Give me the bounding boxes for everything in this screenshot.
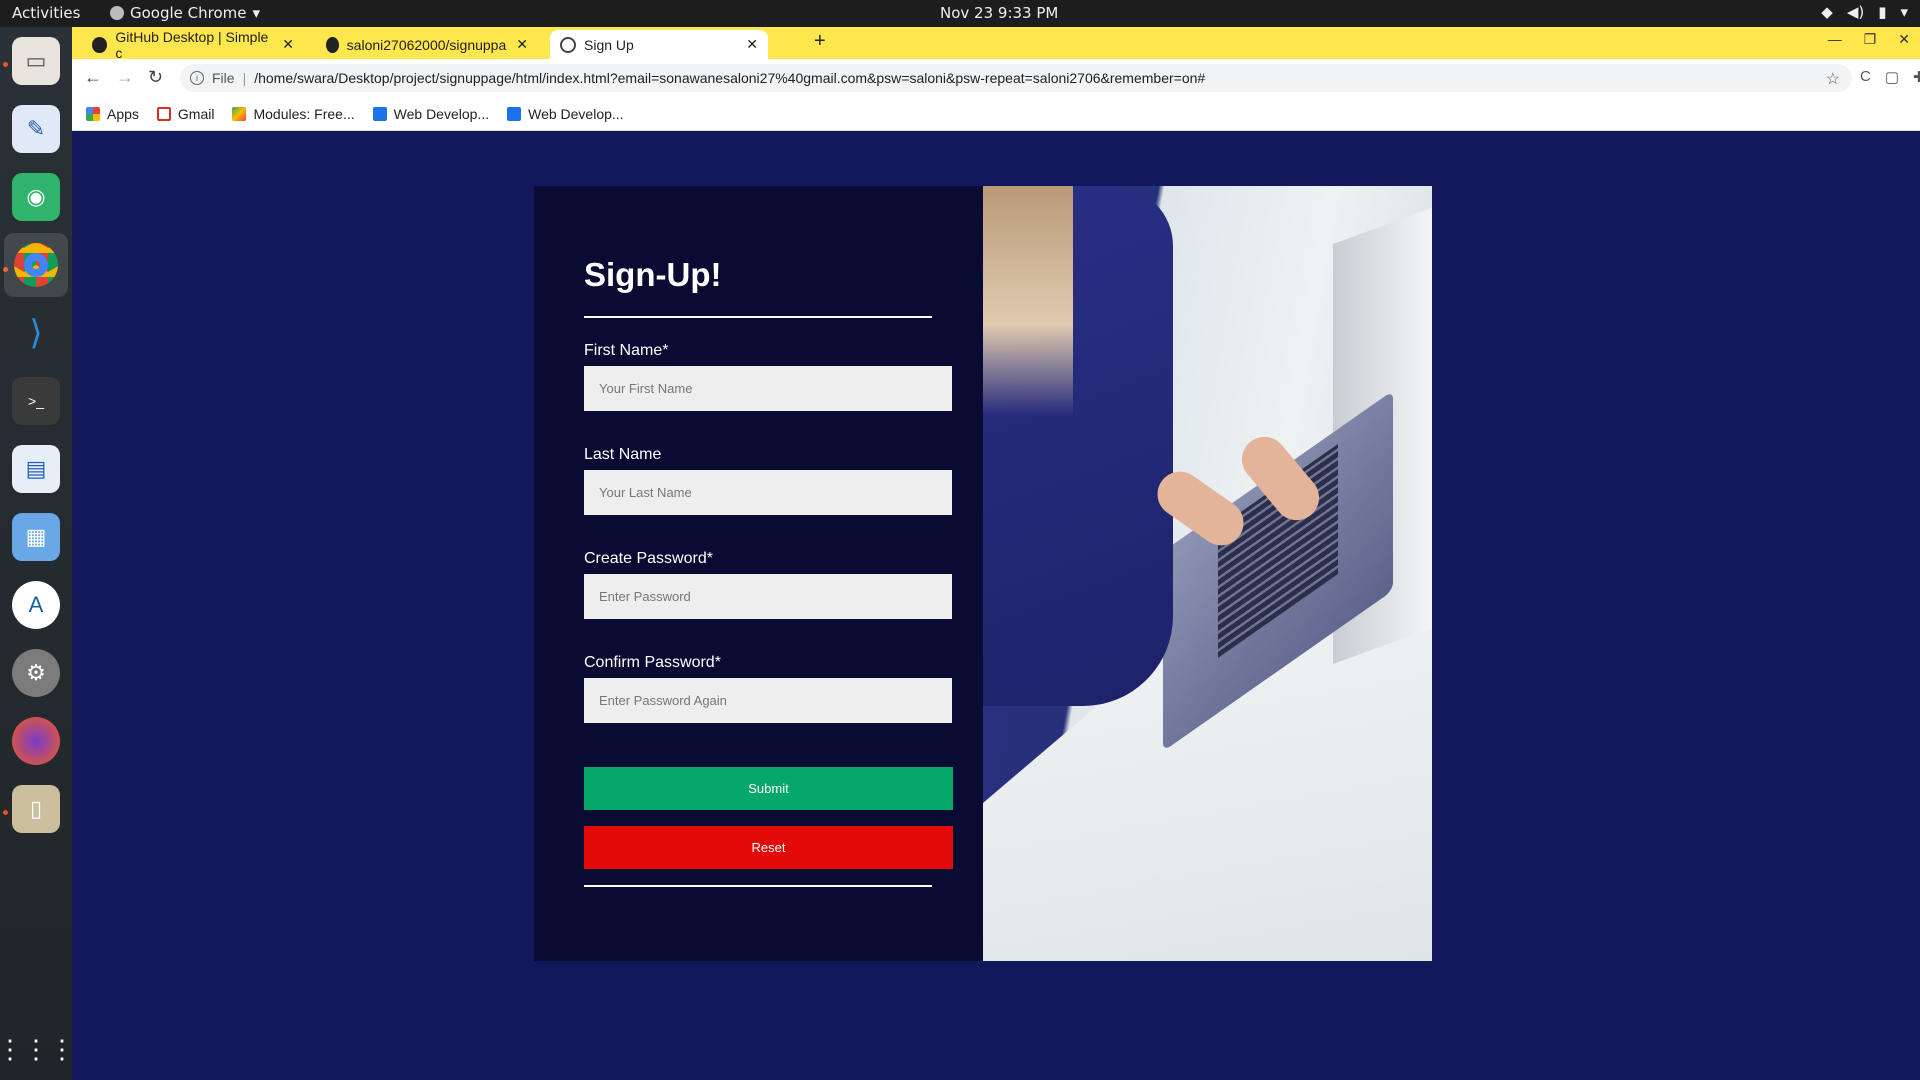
info-icon[interactable]: i <box>190 71 204 85</box>
wifi-icon: ◆ <box>1821 3 1833 21</box>
extension-icon[interactable]: ▢ <box>1885 68 1899 86</box>
signup-form: Sign-Up! First Name* Last Name Create Pa… <box>534 186 983 961</box>
tab-label: saloni27062000/signuppa <box>346 36 507 53</box>
minimize-icon[interactable]: — <box>1828 31 1842 48</box>
system-top-bar: Activities Google Chrome ▾ Nov 23 9:33 P… <box>0 0 1920 27</box>
first-name-input[interactable] <box>584 366 952 411</box>
chevron-down-icon: ▾ <box>252 4 261 22</box>
browser-toolbar: ← → ↻ i File | /home/swara/Desktop/proje… <box>72 59 1920 97</box>
bookmark-label: Apps <box>107 105 139 122</box>
divider <box>584 885 932 887</box>
github-icon <box>92 36 108 53</box>
files-icon[interactable]: ▭ <box>12 37 60 85</box>
bookmark-star-icon[interactable]: ☆ <box>1826 69 1840 89</box>
system-tray[interactable]: ◆ ◀) ▮ ▾ <box>1821 3 1908 21</box>
vscode-icon[interactable]: ⟩ <box>12 309 60 357</box>
confirm-password-input[interactable] <box>584 678 952 723</box>
bookmark-modules[interactable]: Modules: Free... <box>232 105 355 122</box>
modules-icon <box>232 106 247 121</box>
bookmark-label: Modules: Free... <box>253 105 355 122</box>
chat-app-icon[interactable]: ◉ <box>12 173 60 221</box>
confirm-password-label: Confirm Password* <box>584 654 721 671</box>
show-apps-icon[interactable]: ⋮⋮⋮ <box>0 1025 75 1073</box>
page-viewport: Sign-Up! First Name* Last Name Create Pa… <box>72 131 1920 1080</box>
bookmark-web-develop-2[interactable]: Web Develop... <box>507 105 624 122</box>
bookmark-web-develop-1[interactable]: Web Develop... <box>372 105 490 122</box>
text-editor-icon[interactable]: ✎ <box>12 105 60 153</box>
new-tab-button[interactable]: + <box>814 30 826 53</box>
chrome-dock-icon[interactable] <box>4 233 68 297</box>
window-controls: — ❐ ✕ <box>1828 31 1910 48</box>
settings-icon[interactable]: ⚙ <box>12 649 60 697</box>
activities-button[interactable]: Activities <box>12 4 80 22</box>
puzzle-icon[interactable]: ✚ <box>1913 68 1920 86</box>
extension-icon[interactable]: C <box>1860 68 1871 86</box>
close-icon[interactable]: ✕ <box>282 36 294 53</box>
is-icon <box>507 106 522 121</box>
create-password-input[interactable] <box>584 574 952 619</box>
submit-button[interactable]: Submit <box>584 767 953 810</box>
url-scheme: File <box>212 70 235 86</box>
tab-signuppage-repo[interactable]: saloni27062000/signuppa ✕ <box>316 30 538 59</box>
battery-icon: ▮ <box>1878 3 1887 21</box>
tab-label: GitHub Desktop | Simple c <box>115 28 269 61</box>
forward-arrow-icon[interactable]: → <box>116 67 134 88</box>
signup-card: Sign-Up! First Name* Last Name Create Pa… <box>534 186 1432 961</box>
first-name-label: First Name* <box>584 342 669 359</box>
apps-grid-icon <box>86 106 100 121</box>
firefox-icon[interactable] <box>12 717 60 765</box>
github-icon <box>326 36 339 53</box>
clock[interactable]: Nov 23 9:33 PM <box>940 4 1058 22</box>
gmail-icon <box>156 106 171 121</box>
bookmark-label: Web Develop... <box>528 105 624 122</box>
writer-icon[interactable]: ▤ <box>12 445 60 493</box>
software-center-icon[interactable]: ▦ <box>12 513 60 561</box>
running-indicator <box>3 810 8 815</box>
dock: ▭ ✎ ◉ ⟩ >_ ▤ ▦ A ⚙ ▯ ⋮⋮⋮ <box>0 27 75 1080</box>
last-name-label: Last Name <box>584 446 662 463</box>
back-arrow-icon[interactable]: ← <box>84 67 102 88</box>
bookmark-label: Web Develop... <box>393 105 490 122</box>
close-icon[interactable]: ✕ <box>516 36 528 53</box>
reload-icon[interactable]: ↻ <box>148 67 163 88</box>
app-menu-label: Google Chrome <box>130 4 247 22</box>
page-title: Sign-Up! <box>584 256 722 293</box>
hair-shape <box>983 186 1073 416</box>
tab-github-desktop[interactable]: GitHub Desktop | Simple c ✕ <box>82 28 304 61</box>
android-studio-icon[interactable]: A <box>12 581 60 629</box>
hero-photo <box>983 186 1432 961</box>
power-menu-icon: ▾ <box>1900 3 1908 21</box>
restore-icon[interactable]: ❐ <box>1864 31 1877 48</box>
archive-icon[interactable]: ▯ <box>12 785 60 833</box>
tab-strip: GitHub Desktop | Simple c ✕ saloni270620… <box>72 27 1920 61</box>
tab-sign-up[interactable]: Sign Up ✕ <box>550 30 768 59</box>
running-indicator <box>3 62 8 67</box>
terminal-icon[interactable]: >_ <box>12 377 60 425</box>
divider <box>584 316 932 318</box>
bookmark-label: Gmail <box>177 105 215 122</box>
extensions-area: C ▢ ✚ ● <box>1860 68 1920 86</box>
app-menu[interactable]: Google Chrome ▾ <box>110 4 260 22</box>
reset-button[interactable]: Reset <box>584 826 953 869</box>
bookmark-gmail[interactable]: Gmail <box>156 105 215 122</box>
url-separator: | <box>242 70 247 86</box>
tab-label: Sign Up <box>584 36 634 53</box>
bookmark-apps[interactable]: Apps <box>86 106 139 122</box>
close-window-icon[interactable]: ✕ <box>1898 31 1910 48</box>
last-name-input[interactable] <box>584 470 952 515</box>
chrome-icon <box>110 6 124 20</box>
close-icon[interactable]: ✕ <box>746 36 758 53</box>
globe-icon <box>560 36 576 53</box>
url-text[interactable]: /home/swara/Desktop/project/signuppage/h… <box>254 70 1205 86</box>
create-password-label: Create Password* <box>584 550 713 567</box>
bookmarks-bar: Apps Gmail Modules: Free... Web Develop.… <box>72 97 1920 131</box>
address-bar[interactable]: i File | /home/swara/Desktop/project/sig… <box>180 64 1852 92</box>
is-icon <box>372 106 387 121</box>
volume-icon: ◀) <box>1846 3 1865 21</box>
